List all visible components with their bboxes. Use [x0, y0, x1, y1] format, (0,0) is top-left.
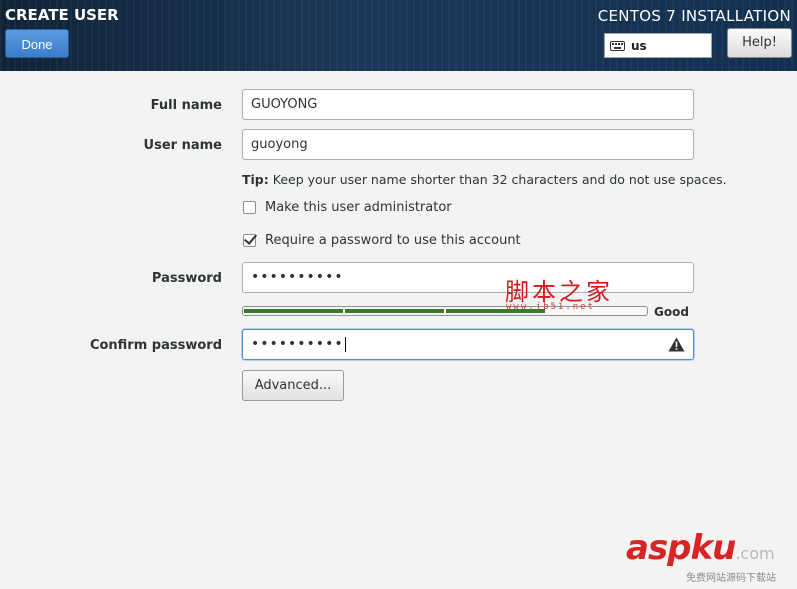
tip-prefix: Tip:	[242, 172, 269, 187]
admin-checkbox-row[interactable]: Make this user administrator	[243, 200, 452, 215]
user-name-label: User name	[143, 138, 222, 153]
aspku-watermark-subtitle: 免费网站源码下载站	[686, 573, 776, 584]
password-strength-label: Good	[654, 305, 689, 319]
advanced-button[interactable]: Advanced...	[242, 370, 344, 401]
require-password-label[interactable]: Require a password to use this account	[265, 233, 521, 248]
admin-checkbox-label[interactable]: Make this user administrator	[265, 200, 452, 215]
confirm-password-masked-value: ••••••••••	[251, 336, 344, 352]
text-cursor	[344, 337, 346, 352]
screen-title: CREATE USER	[5, 6, 119, 24]
require-password-checkbox[interactable]	[243, 234, 256, 247]
jb51-watermark-url: www.jb51.net	[506, 302, 596, 312]
password-masked-value: ••••••••••	[251, 269, 344, 285]
full-name-label: Full name	[150, 98, 222, 113]
aspku-watermark: aspku.com	[626, 528, 775, 568]
strength-segment-divider	[343, 308, 345, 314]
tip-text: Keep your user name shorter than 32 char…	[272, 172, 727, 187]
password-label: Password	[151, 271, 222, 286]
header-bar: CREATE USER Done CENTOS 7 INSTALLATION u…	[0, 0, 797, 71]
keyboard-layout-indicator[interactable]: us	[604, 33, 712, 58]
keyboard-icon	[610, 40, 625, 51]
username-tip: Tip: Keep your user name shorter than 32…	[242, 172, 727, 187]
admin-checkbox[interactable]	[243, 201, 256, 214]
aspku-watermark-text: aspku	[626, 528, 736, 568]
done-button[interactable]: Done	[5, 29, 69, 58]
strength-segment-divider	[444, 308, 446, 314]
keyboard-layout-label: us	[631, 38, 647, 53]
password-strength-fill	[244, 309, 546, 313]
installation-title: CENTOS 7 INSTALLATION	[597, 7, 791, 25]
user-name-input[interactable]: guoyong	[242, 129, 694, 160]
password-input[interactable]: ••••••••••	[242, 262, 694, 293]
full-name-input[interactable]: GUOYONG	[242, 89, 694, 120]
require-password-row[interactable]: Require a password to use this account	[243, 233, 521, 248]
aspku-watermark-com: .com	[735, 544, 775, 563]
warning-icon	[668, 337, 685, 352]
confirm-password-input[interactable]: ••••••••••	[242, 329, 694, 360]
help-button[interactable]: Help!	[727, 28, 792, 58]
confirm-password-label: Confirm password	[89, 338, 222, 353]
